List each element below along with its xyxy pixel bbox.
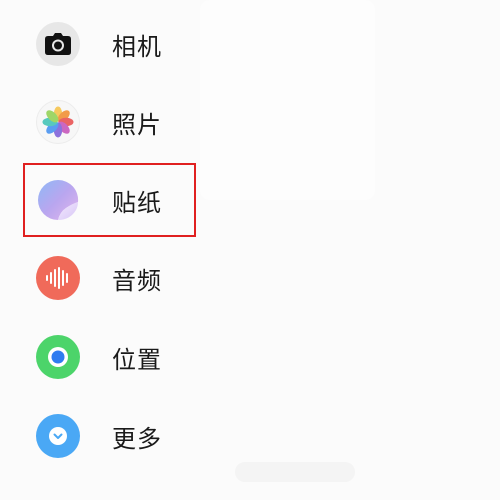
menu-item-label: 贴纸 [112,188,162,217]
menu-item-label: 照片 [112,110,162,139]
sticker-icon [36,178,80,222]
photos-icon [36,100,80,144]
menu-item-label: 音频 [112,266,162,295]
menu-item-audio[interactable]: 音频 [36,255,236,301]
menu-item-more[interactable]: 更多 [36,413,236,459]
menu-item-photos[interactable]: 照片 [36,99,236,145]
attachment-menu: 相机 照片 贴纸 音频 位置 更多 [0,0,500,500]
menu-item-location[interactable]: 位置 [36,334,236,380]
menu-item-camera[interactable]: 相机 [36,21,236,67]
menu-item-label: 相机 [112,32,162,61]
more-icon [36,414,80,458]
audio-icon [36,256,80,300]
menu-item-label: 更多 [112,424,162,453]
menu-item-sticker[interactable]: 贴纸 [36,177,236,223]
attachment-menu-screen: 相机 照片 贴纸 音频 位置 更多 [0,0,500,500]
menu-item-label: 位置 [112,345,162,374]
camera-icon [36,22,80,66]
location-icon [36,335,80,379]
